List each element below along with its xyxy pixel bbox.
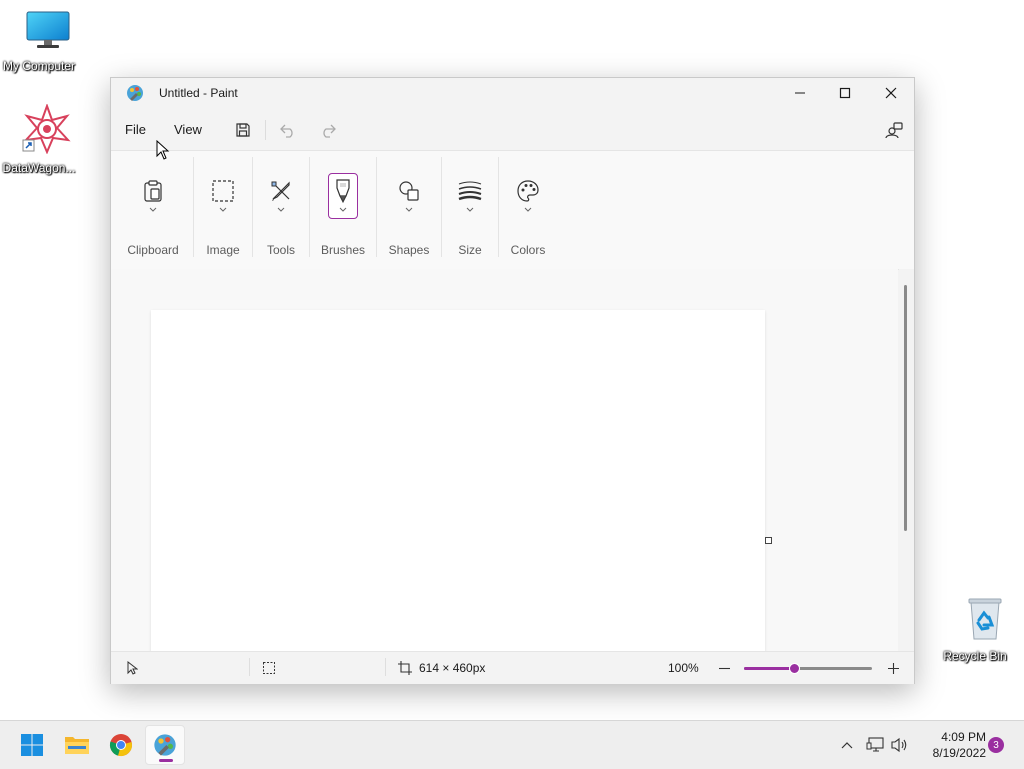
chevron-down-icon	[405, 207, 413, 212]
zoom-in-button[interactable]	[884, 658, 902, 678]
ribbon-group-label: Size	[458, 243, 482, 257]
minimize-button[interactable]	[777, 78, 823, 108]
canvas-size-text: 614 × 460px	[419, 661, 486, 675]
palette-icon	[517, 180, 539, 202]
chevron-down-icon	[277, 207, 285, 212]
ribbon-group-label: Tools	[266, 243, 295, 257]
paint-app-icon	[127, 85, 143, 101]
vertical-scrollbar[interactable]	[899, 269, 914, 651]
minimize-icon	[795, 92, 805, 94]
ribbon-group-label: Brushes	[320, 243, 366, 257]
save-icon	[236, 123, 250, 137]
clock-date: 8/19/2022	[932, 746, 986, 760]
zoom-slider-fill	[744, 667, 794, 670]
cursor-position-icon	[127, 661, 138, 675]
chevron-down-icon	[149, 207, 157, 212]
menu-view[interactable]: View	[174, 122, 202, 137]
desktop-icon-label: DataWagon...	[2, 161, 76, 175]
zoom-level: 100%	[668, 661, 699, 675]
ribbon-group-tools[interactable]: Tools	[256, 151, 306, 269]
desktop-icon-recycle-bin[interactable]: Recycle Bin	[935, 596, 1015, 663]
undo-button[interactable]	[276, 118, 300, 142]
notification-badge[interactable]: 3	[988, 737, 1004, 753]
ribbon-group-image[interactable]: Image	[197, 151, 249, 269]
ribbon-group-label: Image	[206, 243, 240, 257]
desktop-icon-label: Recycle Bin	[943, 649, 1007, 663]
selection-size-icon	[263, 662, 275, 674]
paint-window: Untitled - Paint File View Clipboard Ima…	[110, 77, 915, 684]
selection-icon	[212, 180, 234, 202]
chevron-down-icon	[524, 207, 532, 212]
volume-icon[interactable]	[891, 737, 909, 753]
stroke-size-icon	[458, 181, 482, 201]
save-button[interactable]	[231, 118, 255, 142]
ribbon-group-size[interactable]: Size	[444, 151, 496, 269]
plus-icon	[887, 662, 899, 674]
zoom-out-button[interactable]	[715, 658, 733, 678]
clock-time: 4:09 PM	[941, 730, 986, 744]
desktop-icon-datawagon[interactable]: DataWagon...	[0, 103, 79, 175]
status-bar: 614 × 460px 100%	[111, 651, 914, 684]
tools-icon	[271, 181, 290, 201]
ribbon-group-colors[interactable]: Colors	[501, 151, 555, 269]
recycle-bin-icon	[968, 598, 1002, 640]
ribbon-group-clipboard[interactable]: Clipboard	[123, 151, 183, 269]
ribbon-group-shapes[interactable]: Shapes	[379, 151, 439, 269]
paint-taskbar-button[interactable]	[145, 725, 185, 765]
zoom-slider[interactable]	[744, 663, 872, 674]
minus-icon	[718, 667, 730, 669]
active-app-indicator	[159, 759, 173, 762]
network-icon[interactable]	[866, 737, 884, 753]
chrome-icon	[109, 734, 132, 756]
brush-icon	[336, 179, 350, 204]
monitor-icon	[26, 11, 69, 48]
ribbon-group-label: Colors	[510, 243, 546, 257]
undo-icon	[280, 124, 293, 138]
scrollbar-thumb[interactable]	[904, 285, 907, 531]
menu-file[interactable]: File	[125, 122, 146, 137]
ribbon-group-label: Clipboard	[127, 243, 179, 257]
redo-icon	[323, 124, 336, 138]
paint-app-icon	[154, 734, 176, 756]
ribbon: Clipboard Image Tools Brushes Shapes Siz…	[111, 150, 914, 270]
system-clock[interactable]: 4:09 PM 8/19/2022	[914, 729, 986, 761]
account-button[interactable]	[882, 118, 906, 142]
canvas-area[interactable]	[111, 269, 898, 651]
title-bar[interactable]: Untitled - Paint	[111, 78, 914, 108]
desktop-icon-label: My Computer	[2, 59, 76, 73]
close-icon	[885, 87, 897, 99]
chrome-button[interactable]	[101, 725, 141, 765]
show-hidden-icons-button[interactable]	[838, 737, 856, 753]
chevron-up-icon	[841, 742, 853, 749]
chevron-down-icon	[339, 207, 347, 212]
maximize-button[interactable]	[822, 78, 868, 108]
chevron-down-icon	[219, 207, 227, 212]
ribbon-group-label: Shapes	[388, 243, 430, 257]
redo-button[interactable]	[316, 118, 340, 142]
mouse-cursor-icon	[156, 140, 170, 160]
shapes-icon	[399, 181, 419, 201]
drawing-canvas[interactable]	[151, 310, 765, 651]
folder-icon	[65, 737, 89, 754]
zoom-slider-knob[interactable]	[788, 663, 800, 674]
close-button[interactable]	[868, 78, 914, 108]
canvas-resize-handle[interactable]	[765, 537, 772, 544]
maximize-icon	[839, 87, 851, 99]
desktop-icon-my-computer[interactable]: My Computer	[0, 10, 79, 73]
windows-logo-icon	[21, 734, 43, 756]
account-icon	[885, 122, 903, 139]
window-title: Untitled - Paint	[159, 86, 238, 100]
start-button[interactable]	[12, 725, 52, 765]
canvas-size-icon	[398, 661, 412, 675]
chevron-down-icon	[466, 207, 474, 212]
clipboard-icon	[144, 180, 162, 202]
file-explorer-button[interactable]	[57, 725, 97, 765]
taskbar: 4:09 PM 8/19/2022 3	[0, 720, 1024, 769]
datawagon-logo-icon	[22, 103, 71, 155]
ribbon-group-brushes[interactable]: Brushes	[314, 151, 372, 269]
